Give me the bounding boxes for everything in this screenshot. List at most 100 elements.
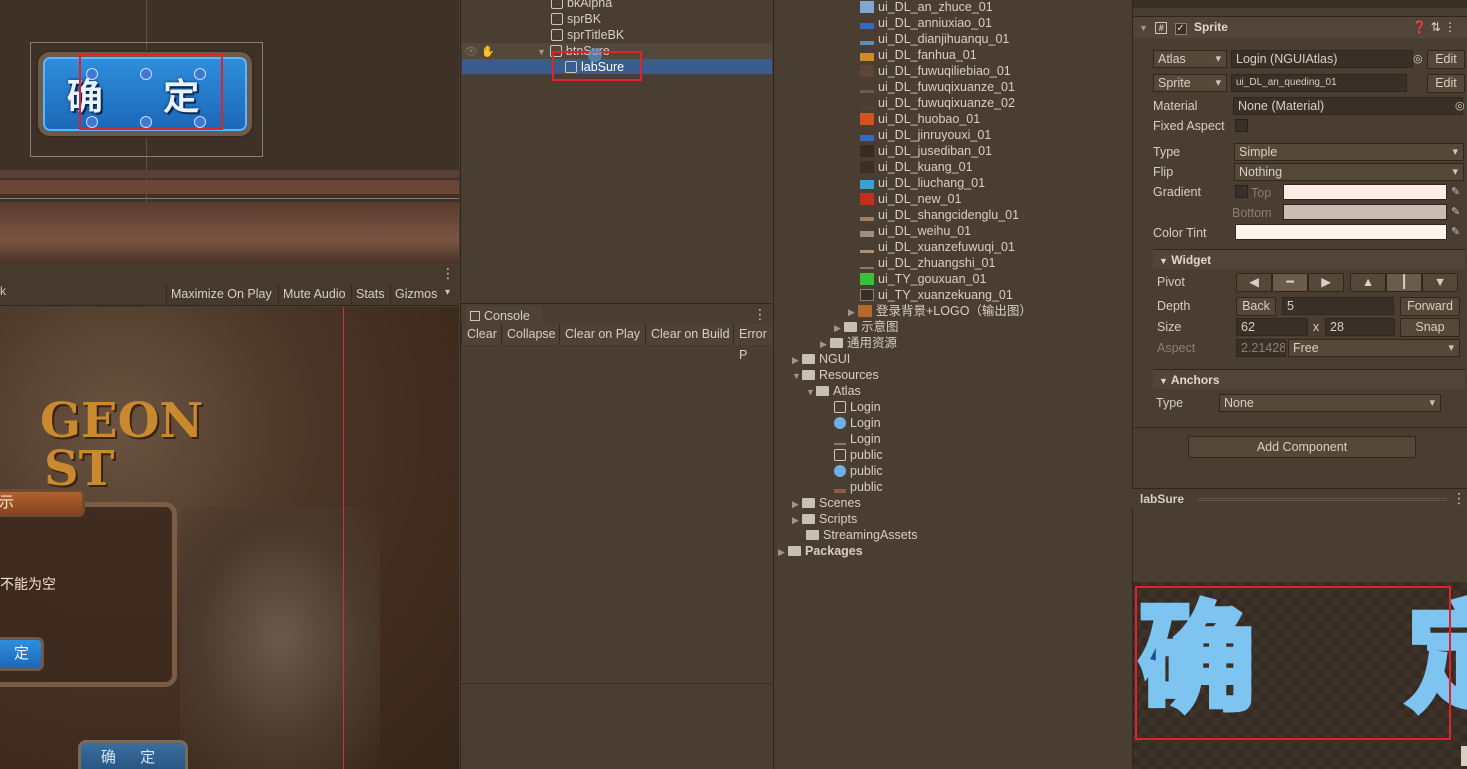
sprite-item[interactable]: ui_DL_huobao_01 (860, 111, 980, 127)
add-component-button[interactable]: Add Component (1188, 436, 1416, 458)
atlas-edit-button[interactable]: Edit (1427, 50, 1465, 69)
preview-drag-handle[interactable] (1197, 498, 1447, 501)
gizmos-button[interactable]: Gizmos (390, 284, 441, 304)
preview-menu-icon[interactable]: ⋮ (1452, 490, 1466, 507)
clear-button[interactable]: Clear (461, 324, 502, 345)
material-field[interactable]: None (Material) (1233, 97, 1463, 115)
visibility-icon[interactable]: 👁 ✋ (464, 45, 495, 58)
sprite-item[interactable]: ui_DL_dianjihuanqu_01 (860, 31, 1009, 47)
resize-handle[interactable] (140, 116, 152, 128)
atlas-asset[interactable]: public (834, 447, 883, 463)
expand-arrow-icon[interactable]: ▶ (792, 496, 802, 512)
resize-handle[interactable] (140, 68, 152, 80)
folder-scripts[interactable]: ▶ Scripts (792, 511, 857, 527)
folder-packages[interactable]: ▶ Packages (778, 543, 863, 559)
sprite-item[interactable]: ui_DL_zhuangshi_01 (860, 255, 995, 271)
sprite-item[interactable]: ui_DL_xuanzefuwuqi_01 (860, 239, 1015, 255)
foldout-arrow-icon[interactable]: ▼ (1159, 256, 1168, 266)
folder-scenes[interactable]: ▶ Scenes (792, 495, 861, 511)
mute-audio-button[interactable]: Mute Audio (278, 284, 350, 304)
sprite-item[interactable]: ui_TY_xuanzekuang_01 (860, 287, 1013, 303)
expand-arrow-icon[interactable]: ▼ (537, 47, 546, 57)
sprite-item[interactable]: ui_DL_jinruyouxi_01 (860, 127, 991, 143)
gizmos-dropdown-icon[interactable]: ▾ (445, 287, 450, 298)
error-pause-button[interactable]: Error P (733, 324, 772, 362)
sprite-type-dropdown[interactable]: Sprite (1153, 74, 1227, 92)
atlas-type-dropdown[interactable]: Atlas (1153, 50, 1227, 68)
expand-arrow-icon[interactable]: ▶ (778, 544, 788, 560)
sprite-edit-button[interactable]: Edit (1427, 74, 1465, 93)
eyedropper-icon[interactable]: ✎ (1451, 185, 1460, 198)
object-picker-icon[interactable]: ◎ (1413, 52, 1423, 65)
eyedropper-icon[interactable]: ✎ (1451, 225, 1460, 238)
scene-view[interactable]: 确 定 (0, 0, 459, 264)
sprite-component-header[interactable]: ▼ # ✓ Sprite ❓ ⇅ ⋮ (1133, 16, 1467, 38)
size-height-field[interactable]: 28 (1325, 318, 1395, 336)
expand-arrow-icon[interactable]: ▶ (834, 320, 844, 336)
sprite-item[interactable]: ui_DL_shangcidenglu_01 (860, 207, 1019, 223)
sprite-field[interactable]: ui_DL_an_queding_01 (1231, 74, 1407, 92)
atlas-asset[interactable]: Login (834, 415, 881, 431)
sprite-item[interactable]: ui_TY_gouxuan_01 (860, 271, 986, 287)
clear-on-build-button[interactable]: Clear on Build (645, 324, 735, 345)
sprite-item[interactable]: ui_DL_fanhua_01 (860, 47, 977, 63)
eyedropper-icon[interactable]: ✎ (1451, 205, 1460, 218)
depth-back-button[interactable]: Back (1236, 297, 1276, 316)
foldout-arrow-icon[interactable]: ▼ (1159, 376, 1168, 386)
folder-atlas[interactable]: ▼ Atlas (806, 383, 861, 399)
pivot-right-button[interactable]: ▶ (1308, 273, 1344, 292)
anchor-type-dropdown[interactable]: None (1219, 394, 1441, 412)
sprite-item[interactable]: ui_DL_liuchang_01 (860, 175, 985, 191)
sprite-item[interactable]: ui_DL_fuwuqixuanze_02 (860, 95, 1015, 111)
maximize-on-play-button[interactable]: Maximize On Play (166, 284, 276, 304)
sprite-item[interactable]: ui_DL_fuwuqixuanze_01 (860, 79, 1015, 95)
enabled-checkbox[interactable]: ✓ (1174, 23, 1187, 35)
sprite-item[interactable]: ui_DL_kuang_01 (860, 159, 973, 175)
preview-header[interactable]: labSure ⋮ (1132, 488, 1467, 508)
type-dropdown[interactable]: Simple (1234, 143, 1464, 161)
size-width-field[interactable]: 62 (1236, 318, 1308, 336)
console-menu-icon[interactable]: ⋮ (753, 306, 767, 323)
component-menu-icon[interactable]: ❓ ⇅ ⋮ (1412, 17, 1456, 37)
pivot-top-button[interactable]: ▲ (1350, 273, 1386, 292)
object-picker-icon[interactable]: ◎ (1455, 99, 1465, 112)
depth-field[interactable]: 5 (1282, 297, 1394, 315)
resize-handle[interactable] (194, 68, 206, 80)
more-options-icon[interactable]: ⋮ (441, 265, 455, 282)
dialog-ok-button[interactable]: 定 (0, 637, 44, 671)
widget-section-header[interactable]: ▼ Widget (1153, 249, 1465, 269)
atlas-asset[interactable]: public (834, 463, 883, 479)
collapse-button[interactable]: Collapse (501, 324, 561, 345)
fixed-aspect-checkbox[interactable] (1235, 119, 1248, 132)
pivot-center-button[interactable]: ━ (1272, 273, 1308, 292)
aspect-mode-dropdown[interactable]: Free (1288, 339, 1460, 357)
snap-button[interactable]: Snap (1400, 318, 1460, 337)
scrollbar-thumb[interactable] (1461, 746, 1467, 766)
atlas-asset[interactable]: Login (834, 431, 881, 447)
folder-resources[interactable]: ▼ Resources (792, 367, 879, 383)
flip-dropdown[interactable]: Nothing (1234, 163, 1464, 181)
clear-on-play-button[interactable]: Clear on Play (559, 324, 646, 345)
gradient-checkbox[interactable] (1235, 185, 1248, 198)
sprite-item[interactable]: ui_DL_an_zhuce_01 (860, 0, 993, 15)
expand-arrow-icon[interactable]: ▶ (792, 512, 802, 528)
resize-handle[interactable] (86, 68, 98, 80)
collapse-arrow-icon[interactable]: ▼ (792, 368, 802, 384)
aspect-dropdown-edge[interactable]: k (0, 284, 6, 298)
depth-forward-button[interactable]: Forward (1400, 297, 1460, 316)
folder-streaming-assets[interactable]: StreamingAssets (806, 527, 917, 543)
hierarchy-item[interactable]: sprTitleBK (551, 27, 624, 43)
sprite-item[interactable]: ui_DL_anniuxiao_01 (860, 15, 992, 31)
expand-arrow-icon[interactable]: ▶ (792, 352, 802, 368)
resize-handle[interactable] (86, 116, 98, 128)
sprite-item[interactable]: ui_DL_new_01 (860, 191, 961, 207)
sprite-item[interactable]: ui_DL_jusediban_01 (860, 143, 992, 159)
collapse-arrow-icon[interactable]: ▼ (806, 384, 816, 400)
gradient-bottom-color[interactable] (1283, 204, 1447, 220)
expand-arrow-icon[interactable]: ▶ (820, 336, 830, 352)
tab-console[interactable]: Console (466, 306, 542, 326)
color-tint-swatch[interactable] (1235, 224, 1447, 240)
atlas-asset[interactable]: Login (834, 399, 881, 415)
pivot-middle-button[interactable]: ┃ (1386, 273, 1422, 292)
atlas-asset[interactable]: public (834, 479, 883, 495)
